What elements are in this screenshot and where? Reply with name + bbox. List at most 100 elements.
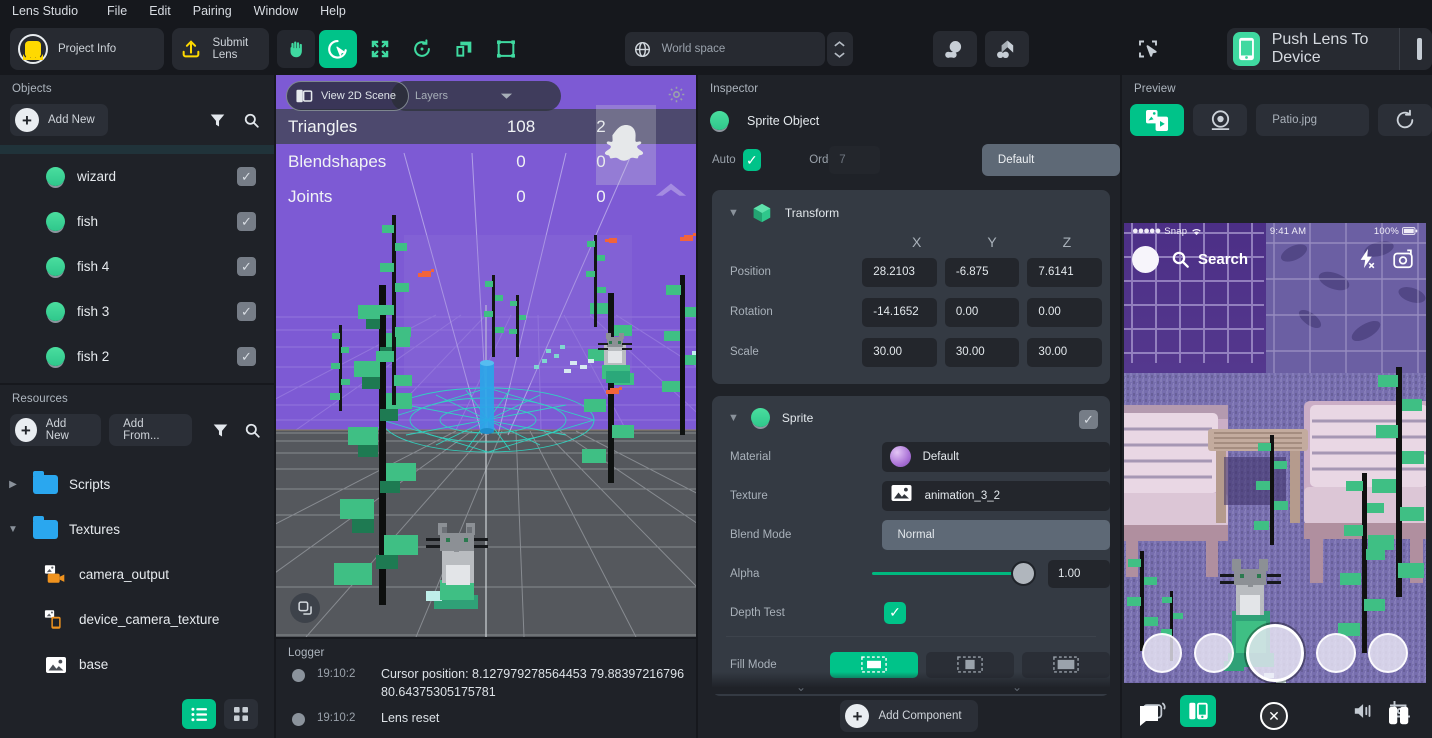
resource-row-textures[interactable]: ▼ Textures (0, 507, 274, 552)
preview-device-screen[interactable]: ●●●●● Snap 9:41 AM 100% Search ✕ (1124, 223, 1426, 738)
depth-test-checkbox[interactable]: ✓ (884, 601, 906, 624)
object-row-fish[interactable]: fish ✓ (0, 199, 274, 244)
material-field[interactable]: Default (881, 441, 1110, 472)
scene-viewport[interactable]: View 2D Scene Layers Triangles 108 2 Ble… (276, 75, 696, 637)
close-lens-button[interactable]: ✕ (1260, 702, 1288, 730)
rotation-x-input[interactable]: -14.1652 (862, 297, 937, 327)
objects-add-new-button[interactable]: + Add New (10, 104, 108, 136)
lens-carousel-capture-button[interactable] (1244, 622, 1306, 684)
chevron-down-icon[interactable]: ▼ (4, 524, 22, 535)
menu-item-pairing[interactable]: Pairing (182, 0, 243, 23)
resources-grid-view-button[interactable] (224, 699, 258, 729)
objects-search-button[interactable] (238, 107, 264, 133)
alpha-slider-knob[interactable] (1011, 561, 1036, 586)
viewport-layers-dropdown[interactable]: Layers (391, 81, 562, 111)
move-tool-button[interactable] (361, 30, 399, 68)
lens-carousel-item[interactable] (1368, 633, 1408, 673)
pointer-capture-button[interactable] (1129, 31, 1168, 67)
coordinate-space-selector[interactable]: World space (624, 32, 825, 66)
sprite-card-header[interactable]: ▼ Sprite ✓ (712, 396, 1110, 429)
search-button[interactable]: Search (1171, 250, 1248, 269)
object-row-fish-2[interactable]: fish 2 ✓ (0, 334, 274, 379)
menu-item-lens-studio[interactable]: Lens Studio (10, 0, 96, 23)
select-tool-button[interactable] (318, 30, 357, 68)
chat-bubble-icon[interactable] (1138, 704, 1160, 728)
preview-reset-button[interactable] (1377, 104, 1432, 136)
viewport-layers-toggle-button[interactable] (290, 593, 320, 623)
objects-filter-button[interactable] (204, 107, 230, 133)
resource-row-base[interactable]: base (0, 642, 274, 687)
chevron-right-icon[interactable]: ▶ (4, 479, 22, 490)
menu-item-edit[interactable]: Edit (138, 0, 182, 23)
add-component-button[interactable]: + Add Component (840, 700, 978, 732)
transform-card-header[interactable]: ▼ Transform (712, 190, 1110, 224)
chevron-down-icon[interactable]: ▼ (728, 412, 739, 424)
object-enabled-checkbox[interactable]: ✓ (237, 212, 256, 231)
preview-media-source-button[interactable] (1130, 104, 1185, 136)
menu-item-file[interactable]: File (96, 0, 138, 23)
space-stepper[interactable] (826, 32, 853, 66)
preview-file-selector[interactable]: Patio.jpg (1256, 104, 1369, 136)
position-z-input[interactable]: 7.6141 (1027, 257, 1102, 287)
hand-tool-button[interactable] (276, 30, 315, 68)
flash-off-icon[interactable] (1357, 248, 1376, 270)
camera-flip-icon[interactable] (1392, 248, 1414, 270)
lens-carousel-item[interactable] (1316, 633, 1356, 673)
object-enabled-checkbox[interactable]: ✓ (237, 302, 256, 321)
lens-carousel-item[interactable] (1194, 633, 1234, 673)
object-row-fish-4[interactable]: fish 4 ✓ (0, 244, 274, 289)
position-x-input[interactable]: 28.2103 (862, 257, 937, 287)
resources-search-button[interactable] (240, 417, 264, 443)
object-enabled-checkbox[interactable]: ✓ (237, 167, 256, 186)
scale-x-input[interactable]: 30.00 (862, 337, 937, 367)
auto-checkbox[interactable]: ✓ (742, 149, 762, 171)
menu-item-help[interactable]: Help (309, 0, 357, 23)
rotation-z-input[interactable]: 0.00 (1027, 297, 1102, 327)
layers-dropdown[interactable]: Default (981, 144, 1120, 176)
resources-filter-button[interactable] (208, 417, 232, 443)
viewport-settings-button[interactable] (667, 85, 686, 109)
viewport-home-button[interactable] (654, 180, 688, 207)
lens-carousel-item[interactable] (1142, 633, 1182, 673)
alpha-value-input[interactable]: 1.00 (1048, 559, 1110, 588)
resources-add-new-button[interactable]: + Add New (10, 414, 102, 446)
position-y-input[interactable]: -6.875 (944, 257, 1020, 287)
preview-webcam-button[interactable] (1193, 104, 1248, 136)
push-lens-to-device-button[interactable]: Push Lens To Device (1227, 28, 1432, 70)
scale-z-input[interactable]: 30.00 (1027, 337, 1102, 367)
view-2d-scene-button[interactable]: View 2D Scene (286, 81, 410, 111)
rotation-y-input[interactable]: 0.00 (944, 297, 1020, 327)
push-lens-menu-handle[interactable] (1412, 38, 1426, 60)
log-entry[interactable]: 19:10:2 Lens reset (276, 703, 696, 729)
sprite-enabled-checkbox[interactable]: ✓ (1079, 410, 1098, 429)
log-entry[interactable]: 19:10:2 Cursor position: 8.1279792785644… (276, 659, 696, 703)
order-input[interactable]: 7 (829, 146, 880, 174)
resources-list-view-button[interactable] (182, 699, 216, 729)
object-enabled-checkbox[interactable]: ✓ (237, 257, 256, 276)
body-preview-button[interactable] (984, 31, 1029, 67)
snapchat-ghost-icon (18, 34, 48, 64)
blend-mode-dropdown[interactable]: Normal (881, 519, 1110, 550)
resources-add-from-button[interactable]: Add From... (109, 414, 193, 446)
face-preview-button[interactable] (932, 31, 977, 67)
rect-tool-button[interactable] (487, 30, 525, 68)
scale-y-input[interactable]: 30.00 (944, 337, 1020, 367)
resource-row-device-camera-texture[interactable]: device_camera_texture (0, 597, 274, 642)
menu-item-window[interactable]: Window (243, 0, 309, 23)
sprite-row-material: Material Default (712, 437, 1110, 476)
avatar[interactable] (1132, 245, 1159, 273)
object-row-wizard[interactable]: wizard ✓ (0, 154, 274, 199)
resource-row-camera-output[interactable]: camera_output (0, 552, 274, 597)
rotate-tool-button[interactable] (403, 30, 441, 68)
project-info-button[interactable]: Project Info (10, 28, 165, 70)
device-status-bar: ●●●●● Snap 9:41 AM 100% (1124, 223, 1426, 239)
chevron-down-icon[interactable]: ▼ (728, 207, 739, 219)
object-row-fish-3[interactable]: fish 3 ✓ (0, 289, 274, 334)
stories-icon[interactable] (1388, 705, 1412, 727)
submit-lens-button[interactable]: Submit Lens (172, 28, 269, 70)
scale-tool-button[interactable] (445, 30, 483, 68)
texture-field[interactable]: animation_3_2 (881, 480, 1110, 511)
object-enabled-checkbox[interactable]: ✓ (237, 347, 256, 366)
resource-row-scripts[interactable]: ▶ Scripts (0, 462, 274, 507)
alpha-slider[interactable]: 1.00 (872, 559, 1110, 588)
